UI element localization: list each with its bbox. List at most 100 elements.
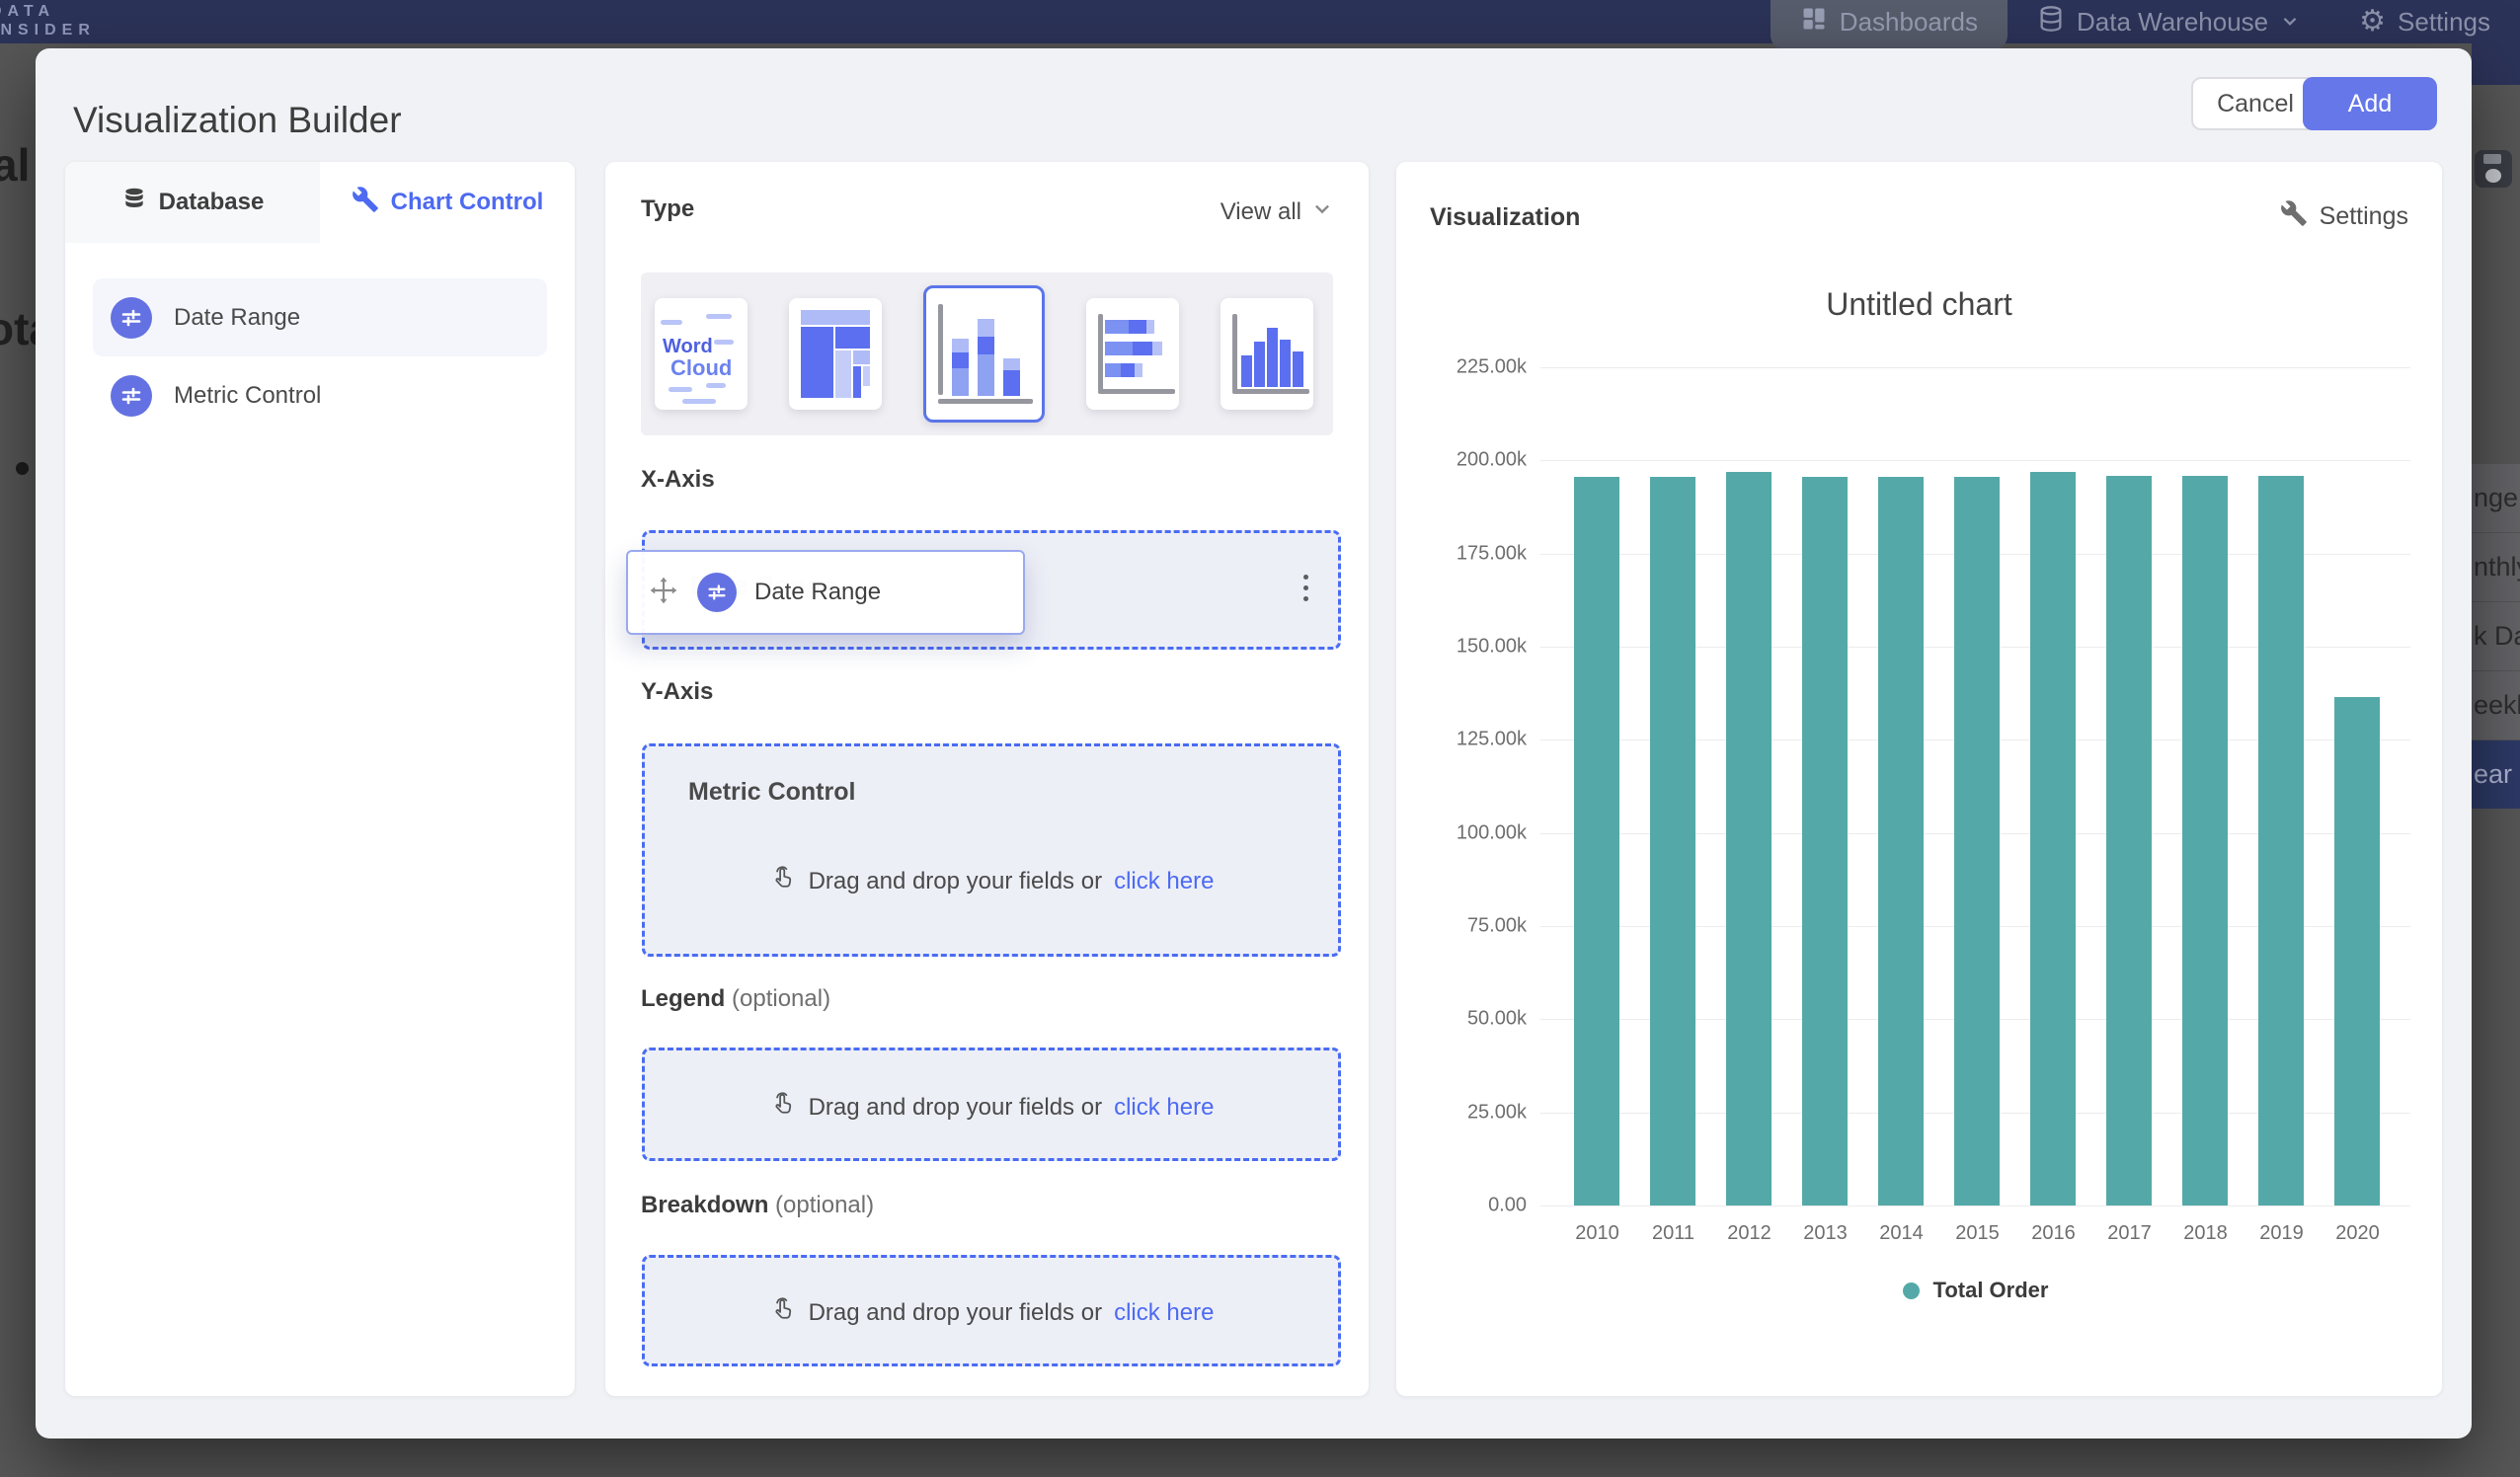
database-icon [121,187,147,219]
tap-hand-icon [769,1295,797,1330]
x-axis-label: 2010 [1559,1222,1635,1245]
kebab-menu-icon[interactable] [1299,571,1312,605]
tab-chart-control[interactable]: Chart Control [320,162,575,243]
y-axis-label: 75.00k [1467,915,1527,938]
y-axis-label: 200.00k [1457,449,1527,472]
y-axis-placeholder-label: Metric Control [688,778,855,807]
top-navbar: DATA INSIDER Dashboards Data Warehouse [0,0,2520,43]
nav-data-warehouse[interactable]: Data Warehouse [2008,0,2329,43]
chart-bar-2011 [1650,477,1695,1205]
breakdown-dropzone[interactable]: Drag and drop your fields or click here [642,1255,1341,1366]
tap-hand-icon [769,864,797,898]
app-logo: DATA INSIDER [0,2,96,39]
legend-heading: Legend (optional) [641,985,830,1013]
y-axis-heading: Y-Axis [641,678,713,706]
view-all-label: View all [1221,198,1301,226]
type-heading: Type [641,195,694,223]
field-item-label: Date Range [174,304,300,332]
click-here-link[interactable]: click here [1114,868,1214,895]
y-axis-label: 25.00k [1467,1101,1527,1124]
background-menu-item: eekly [2472,671,2520,740]
chart-type-column[interactable] [1221,298,1313,410]
visualization-panel: Visualization Settings Untitled chart 22… [1396,162,2442,1396]
field-item-date-range[interactable]: Date Range [93,278,547,356]
chart-type-stacked-column[interactable] [923,285,1045,423]
x-axis-label: 2013 [1787,1222,1863,1245]
nav-dashboards[interactable]: Dashboards [1771,0,2008,49]
legend-dot [1903,1283,1920,1299]
background-menu-item: nthly [2472,533,2520,602]
click-here-link[interactable]: click here [1114,1094,1214,1122]
chart-bar-2010 [1574,477,1619,1205]
chart-type-treemap[interactable] [789,298,882,410]
tab-database-label: Database [159,189,265,216]
chart-bar-2020 [2334,697,2380,1205]
nav-settings-label: Settings [2398,7,2490,38]
dnd-text: Drag and drop your fields or [809,1299,1103,1327]
chart-bar-2014 [1878,477,1924,1205]
legend-dropzone[interactable]: Drag and drop your fields or click here [642,1048,1341,1161]
chart-bar-2012 [1726,472,1772,1205]
y-axis-label: 50.00k [1467,1008,1527,1031]
legend-label: Total Order [1933,1278,2049,1303]
save-icon [2475,150,2512,188]
chart-bar-2018 [2182,476,2228,1205]
move-icon [648,575,679,611]
dragged-field-label: Date Range [754,579,881,606]
y-axis-label: 150.00k [1457,636,1527,659]
field-item-metric-control[interactable]: Metric Control [93,356,547,434]
gridline [1540,367,2410,368]
chart-bar-2019 [2258,476,2304,1205]
chart-bar-2015 [1954,477,2000,1205]
y-axis-dropzone[interactable]: Metric Control Drag and drop your fields… [642,743,1341,957]
cancel-button[interactable]: Cancel [2191,77,2320,130]
tools-icon [2280,199,2308,234]
background-bullet [16,462,29,475]
visualization-builder-modal: Visualization Builder Cancel Add Databas… [36,48,2472,1438]
chart-type-stacked-bar[interactable] [1086,298,1179,410]
background-dropdown: ngenthlyk Dateeeklyear [2472,464,2520,810]
chart-type-word-cloud[interactable]: Word Cloud [655,298,748,410]
dragged-field-date-range[interactable]: Date Range [626,550,1025,635]
x-axis-label: 2020 [2320,1222,2396,1245]
dnd-text: Drag and drop your fields or [809,1094,1103,1122]
y-axis-label: 125.00k [1457,729,1527,751]
sliders-icon [697,573,737,612]
x-axis-heading: X-Axis [641,466,715,494]
fields-panel: Database Chart Control Date Range [65,162,575,1396]
add-button[interactable]: Add [2303,77,2437,130]
tap-hand-icon [769,1090,797,1125]
chevron-down-icon [2280,7,2300,38]
x-axis-label: 2017 [2091,1222,2167,1245]
background-toolbar-stub [2472,43,2520,85]
x-axis-label: 2015 [1939,1222,2015,1245]
word-cloud-word: Cloud [670,355,732,381]
settings-button[interactable]: Settings [2280,199,2408,234]
dnd-text: Drag and drop your fields or [809,868,1103,895]
screen: al ota ngenthlyk Dateeeklyear DATA INSID… [0,0,2520,1477]
chart-bar-2013 [1802,477,1848,1205]
chart-legend: Total Order [1540,1278,2410,1303]
sliders-icon [111,297,152,339]
x-axis-dropzone[interactable]: Date Range Date Range [642,530,1341,650]
builder-panel: Type View all Word Cloud [605,162,1369,1396]
gear-icon: ⚙ [2359,7,2386,37]
settings-label: Settings [2320,202,2408,231]
chevron-down-icon [1311,197,1333,226]
x-axis-label: 2014 [1863,1222,1939,1245]
nav-settings[interactable]: ⚙ Settings [2329,0,2520,43]
gridline [1540,460,2410,461]
nav-data-warehouse-label: Data Warehouse [2077,7,2268,38]
view-all-dropdown[interactable]: View all [1221,197,1333,226]
page-title: Visualization Builder [73,100,402,141]
x-axis-label: 2016 [2015,1222,2091,1245]
visualization-heading: Visualization [1430,203,1580,232]
click-here-link[interactable]: click here [1114,1299,1214,1327]
background-menu-item: nge [2472,464,2520,533]
breakdown-heading: Breakdown (optional) [641,1192,874,1219]
tab-database[interactable]: Database [65,162,320,243]
sliders-icon [111,375,152,417]
x-axis-label: 2019 [2244,1222,2320,1245]
chart-plot: 225.00k200.00k175.00k150.00k125.00k100.0… [1540,367,2410,1205]
background-text-fragment: al [0,138,30,192]
